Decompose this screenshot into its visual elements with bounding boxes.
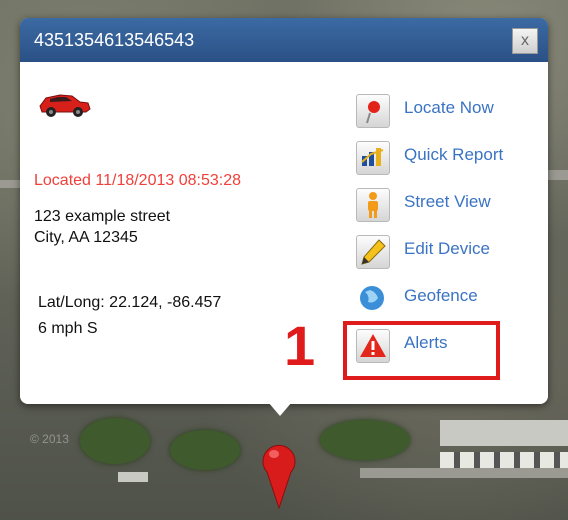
popup-header: 4351354613546543 [20, 18, 548, 62]
car-icon [36, 88, 92, 123]
address-line-2: City, AA 12345 [34, 229, 138, 246]
popup-pointer [268, 402, 292, 416]
pushpin-icon [356, 94, 390, 128]
pencil-icon [356, 235, 390, 269]
map-road [360, 468, 568, 478]
map-marker-icon[interactable] [257, 438, 301, 515]
map-tree [80, 418, 150, 464]
map-building [440, 420, 568, 446]
device-address: 123 example street City, AA 12345 [34, 206, 170, 248]
address-line-1: 123 example street [34, 208, 171, 225]
locate-now-button[interactable]: Locate Now [356, 92, 546, 132]
quick-report-label: Quick Report [404, 145, 504, 164]
street-view-button[interactable]: Street View [356, 186, 546, 226]
locate-now-label: Locate Now [404, 98, 494, 117]
street-view-label: Street View [404, 192, 491, 211]
map-road [546, 170, 568, 180]
quick-report-button[interactable]: Quick Report [356, 139, 546, 179]
map-road [0, 180, 22, 188]
report-icon [356, 141, 390, 175]
device-id: 4351354613546543 [34, 30, 195, 50]
map-building [118, 472, 148, 482]
speed: 6 mph S [38, 320, 98, 337]
alerts-highlight-box [343, 321, 500, 380]
map-copyright-watermark: © 2013 [30, 432, 69, 446]
map-parking [440, 452, 568, 468]
map-tree [320, 420, 410, 460]
annotation-number: 1 [284, 314, 316, 377]
geofence-button[interactable]: Geofence [356, 280, 546, 320]
position-info: Lat/Long: 22.124, -86.457 6 mph S [38, 290, 221, 342]
edit-device-label: Edit Device [404, 239, 490, 258]
lat-long: Lat/Long: 22.124, -86.457 [38, 294, 222, 311]
map-tree [170, 430, 240, 470]
geofence-label: Geofence [404, 286, 478, 305]
edit-device-button[interactable]: Edit Device [356, 233, 546, 273]
located-timestamp: Located 11/18/2013 08:53:28 [34, 172, 241, 189]
person-icon [356, 188, 390, 222]
close-button[interactable]: x [512, 28, 538, 54]
globe-icon [356, 282, 388, 314]
